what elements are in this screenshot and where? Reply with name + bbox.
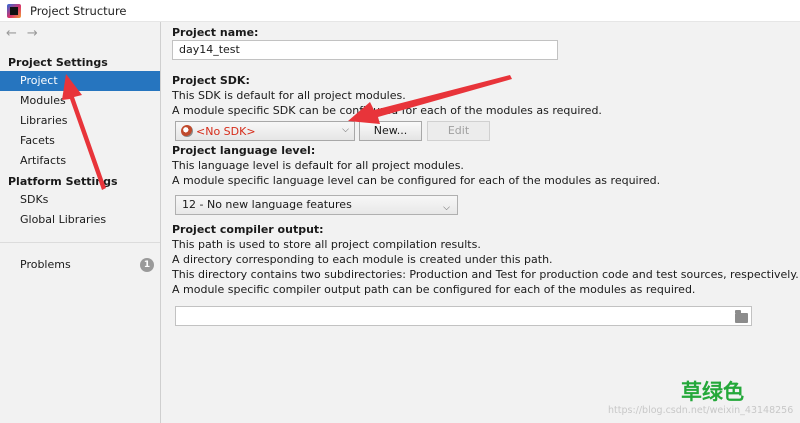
sidebar-item-project[interactable]: Project bbox=[0, 71, 160, 91]
chevron-down-icon: ⌵ bbox=[443, 203, 450, 213]
sdk-warning-icon bbox=[181, 125, 193, 137]
compiler-output-description-1: This path is used to store all project c… bbox=[172, 238, 481, 251]
platform-settings-heading: Platform Settings bbox=[8, 175, 118, 188]
sidebar: ← → Project Settings Project Modules Lib… bbox=[0, 22, 161, 423]
sidebar-item-libraries[interactable]: Libraries bbox=[0, 111, 160, 131]
language-level-description-1: This language level is default for all p… bbox=[172, 159, 464, 172]
chevron-down-icon: ⌵ bbox=[342, 125, 349, 135]
sdk-selected-value: <No SDK> bbox=[196, 124, 256, 138]
language-level-selected-value: 12 - No new language features bbox=[182, 198, 352, 211]
sidebar-item-facets[interactable]: Facets bbox=[0, 131, 160, 151]
language-level-description-2: A module specific language level can be … bbox=[172, 174, 661, 187]
new-sdk-button[interactable]: New... bbox=[359, 121, 422, 141]
settings-panel: Project name: Project SDK: This SDK is d… bbox=[161, 22, 800, 423]
compiler-output-description-3: This directory contains two subdirectori… bbox=[172, 268, 799, 281]
problems-count-badge: 1 bbox=[140, 258, 154, 272]
color-note-text: 草绿色 bbox=[681, 380, 744, 404]
history-nav: ← → bbox=[0, 22, 160, 44]
compiler-output-label: Project compiler output: bbox=[172, 223, 324, 236]
new-sdk-button-label: New... bbox=[373, 124, 408, 137]
compiler-output-description-4: A module specific compiler output path c… bbox=[172, 283, 696, 296]
window-title: Project Structure bbox=[30, 3, 127, 18]
browse-folder-icon[interactable] bbox=[735, 310, 748, 323]
watermark-url: https://blog.csdn.net/weixin_43148256 bbox=[608, 405, 794, 416]
project-sdk-dropdown[interactable]: <No SDK> ⌵ bbox=[175, 121, 355, 141]
intellij-logo-icon bbox=[7, 3, 21, 18]
language-level-dropdown[interactable]: 12 - No new language features ⌵ bbox=[175, 195, 458, 215]
language-level-label: Project language level: bbox=[172, 144, 316, 157]
title-bar: Project Structure bbox=[0, 0, 800, 22]
project-settings-heading: Project Settings bbox=[8, 56, 108, 69]
sdk-description-1: This SDK is default for all project modu… bbox=[172, 89, 406, 102]
sidebar-item-sdks[interactable]: SDKs bbox=[0, 190, 160, 210]
compiler-output-description-2: A directory corresponding to each module… bbox=[172, 253, 553, 266]
project-sdk-label: Project SDK: bbox=[172, 74, 250, 87]
sidebar-item-global-libraries[interactable]: Global Libraries bbox=[0, 210, 160, 230]
compiler-output-path-input[interactable] bbox=[175, 306, 752, 326]
sidebar-item-artifacts[interactable]: Artifacts bbox=[0, 151, 160, 171]
sidebar-item-modules[interactable]: Modules bbox=[0, 91, 160, 111]
edit-sdk-button[interactable]: Edit bbox=[427, 121, 490, 141]
project-name-label: Project name: bbox=[172, 26, 259, 39]
back-arrow-icon[interactable]: ← bbox=[6, 26, 17, 41]
forward-arrow-icon[interactable]: → bbox=[27, 26, 38, 41]
project-name-input[interactable]: day14_test bbox=[172, 40, 558, 60]
problems-label: Problems bbox=[20, 258, 71, 271]
sidebar-item-problems[interactable]: Problems 1 bbox=[0, 255, 160, 275]
sdk-description-2: A module specific SDK can be configured … bbox=[172, 104, 602, 117]
sidebar-divider bbox=[0, 242, 160, 243]
